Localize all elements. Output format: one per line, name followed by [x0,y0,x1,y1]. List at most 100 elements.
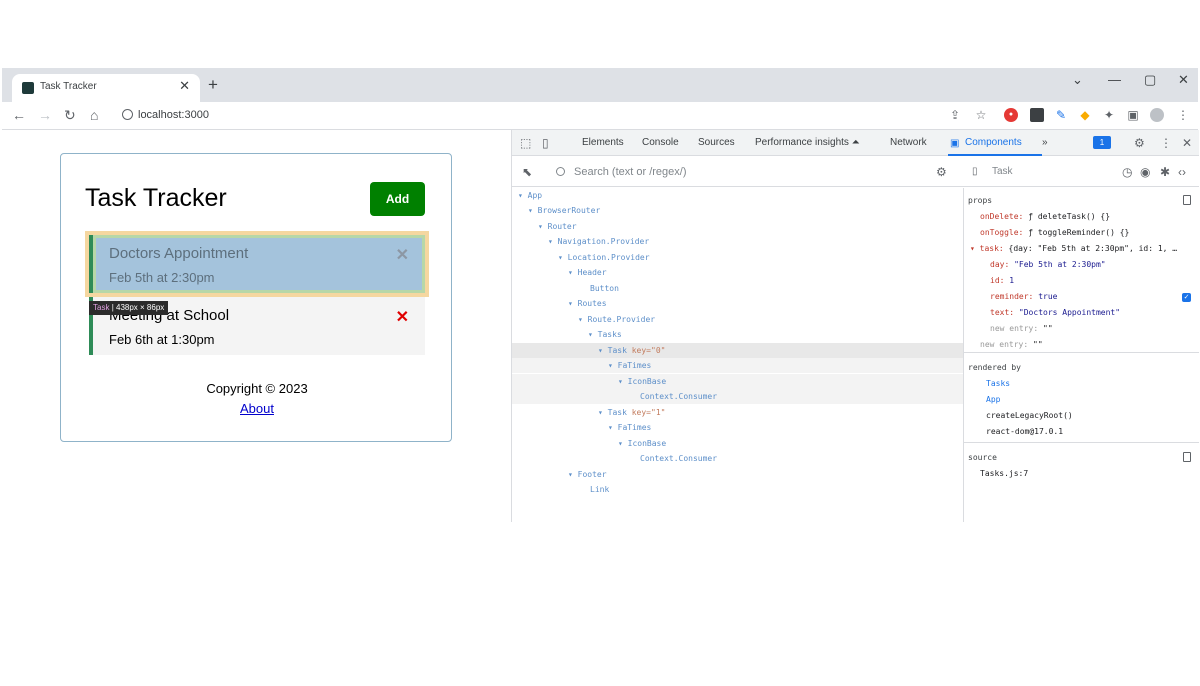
copy-icon[interactable] [1183,195,1191,205]
inspect-tooltip: Task | 438px × 86px [89,301,169,315]
search-input[interactable]: Search (text or /regex/) [574,166,687,178]
owner-link[interactable]: App [986,395,1000,404]
tree-node[interactable]: ▾ Navigation.Provider [512,234,963,249]
tree-node[interactable]: Button [512,281,963,296]
tree-node[interactable]: ▾ FaTimes [512,358,963,373]
app-favicon-icon [22,82,34,94]
browser-tab[interactable]: Task Tracker ✕ [12,74,200,102]
chevron-down-icon[interactable]: ⌄ [1072,73,1083,87]
forward-arrow-icon[interactable]: → [38,107,52,123]
reminder-checkbox[interactable]: ✓ [1182,293,1191,302]
site-info-icon[interactable] [122,109,133,120]
tree-node[interactable]: Context.Consumer [512,451,963,466]
new-tab-button[interactable]: + [208,76,218,93]
prop-row[interactable]: ▾ task: {day: "Feb 5th at 2:30pm", id: 1… [970,244,1177,253]
eye-icon[interactable]: ◉ [1140,165,1150,179]
prop-row[interactable]: onToggle: ƒ toggleReminder() {} [980,228,1129,237]
tab-network[interactable]: Network [890,137,927,148]
gear-icon[interactable]: ⚙ [936,165,947,179]
tab-performance-insights[interactable]: Performance insights ⏶ [755,137,860,148]
prop-row[interactable]: reminder: true [990,292,1057,301]
owner-item: react-dom@17.0.1 [986,427,1064,436]
more-tabs-button[interactable]: » [1042,137,1048,148]
props-section: props onDelete: ƒ deleteTask() {} onTogg… [964,188,1199,353]
kebab-menu-icon[interactable]: ⋮ [1160,136,1172,150]
rendered-by-section: rendered by Tasks App createLegacyRoot()… [964,357,1199,443]
delete-task-icon[interactable]: ✕ [396,307,409,327]
tree-node-selected[interactable]: ▾ Task key="0" [512,343,963,358]
source-section: source Tasks.js:7 [964,447,1199,493]
prop-row[interactable]: text: "Doctors Appointment" [990,308,1120,317]
extension-icon[interactable] [1030,108,1044,122]
tab-components[interactable]: Components [965,137,1022,148]
prop-row[interactable]: new entry: "" [980,340,1043,349]
source-file[interactable]: Tasks.js:7 [980,469,1028,478]
component-search-bar: ⬉ Search (text or /regex/) ⚙ [512,157,964,187]
add-task-button[interactable]: Add [370,182,425,216]
timer-icon[interactable]: ◷ [1122,165,1132,179]
puzzle-extensions-icon[interactable]: ✦ [1102,108,1116,122]
extension-icon[interactable]: ◆ [1078,108,1092,122]
minimize-button[interactable]: — [1108,73,1121,87]
maximize-button[interactable]: ▢ [1144,73,1156,87]
bug-icon[interactable]: ✱ [1160,165,1170,179]
task-item[interactable]: Doctors Appointment Feb 5th at 2:30pm ✕ [85,231,429,297]
tree-node[interactable]: ▾ Route.Provider [512,312,963,327]
tab-elements[interactable]: Elements [582,137,624,148]
app-title: Task Tracker [85,184,227,212]
tree-node[interactable]: ▾ IconBase [512,436,963,451]
address-bar[interactable]: localhost:3000 [138,109,209,121]
reload-icon[interactable]: ↻ [64,107,76,123]
tab-sources[interactable]: Sources [698,137,735,148]
browser-titlebar: Task Tracker ✕ + ⌄ — ▢ ✕ [2,68,1198,102]
profile-avatar-icon[interactable] [1150,108,1164,122]
tab-console[interactable]: Console [642,137,679,148]
tree-node[interactable]: ▾ Location.Provider [512,250,963,265]
tree-node[interactable]: ▾ Tasks [512,327,963,342]
code-icon[interactable]: ‹› [1178,165,1186,179]
source-title: source [968,453,997,462]
copy-icon[interactable] [1183,452,1191,462]
delete-task-icon[interactable]: ✕ [396,245,409,265]
tree-node[interactable]: Link [512,482,963,497]
tree-node[interactable]: ▾ Header [512,265,963,280]
close-devtools-icon[interactable]: ✕ [1182,136,1192,150]
copyright-text: Copyright © 2023 [206,381,308,396]
extension-icon[interactable]: ● [1004,108,1018,122]
tree-node[interactable]: ▾ Task key="1" [512,405,963,420]
close-window-button[interactable]: ✕ [1178,73,1189,87]
prop-row[interactable]: onDelete: ƒ deleteTask() {} [980,212,1110,221]
issues-badge[interactable]: 1 [1093,136,1111,149]
select-element-icon[interactable]: ⬉ [522,165,532,179]
tree-node[interactable]: ▾ FaTimes [512,420,963,435]
tree-node[interactable]: Context.Consumer [512,389,963,404]
gear-icon[interactable]: ⚙ [1134,136,1145,150]
selected-component-name: Task [992,166,1013,177]
inspector-header: ▯ Task ◷ ◉ ✱ ‹› [964,157,1199,187]
tree-node[interactable]: ▾ BrowserRouter [512,203,963,218]
bookmark-star-icon[interactable]: ☆ [974,108,988,122]
prop-row[interactable]: day: "Feb 5th at 2:30pm" [990,260,1106,269]
tooltip-size: 438px × 86px [116,303,165,312]
prop-row[interactable]: new entry: "" [990,324,1053,333]
tree-node[interactable]: ▾ IconBase [512,374,963,389]
prop-row[interactable]: id: 1 [990,276,1014,285]
home-icon[interactable]: ⌂ [90,107,98,123]
back-arrow-icon[interactable]: ← [12,107,26,123]
search-icon [556,167,565,176]
device-toggle-icon[interactable]: ▯ [542,136,549,150]
tree-node[interactable]: ▾ App [512,188,963,203]
about-link[interactable]: About [61,401,453,416]
tree-node[interactable]: ▾ Footer [512,467,963,482]
share-icon[interactable]: ⇪ [948,108,962,122]
pen-extension-icon[interactable]: ✎ [1054,108,1068,122]
tab-close-icon[interactable]: ✕ [179,79,190,93]
side-panel-icon[interactable]: ▣ [1126,108,1140,122]
component-icon: ▯ [972,166,978,177]
task-text: Doctors Appointment [109,245,249,262]
tree-node[interactable]: ▾ Router [512,219,963,234]
inspect-element-icon[interactable]: ⬚ [520,136,531,150]
tree-node[interactable]: ▾ Routes [512,296,963,311]
owner-link[interactable]: Tasks [986,379,1010,388]
kebab-menu-icon[interactable]: ⋮ [1176,108,1190,122]
